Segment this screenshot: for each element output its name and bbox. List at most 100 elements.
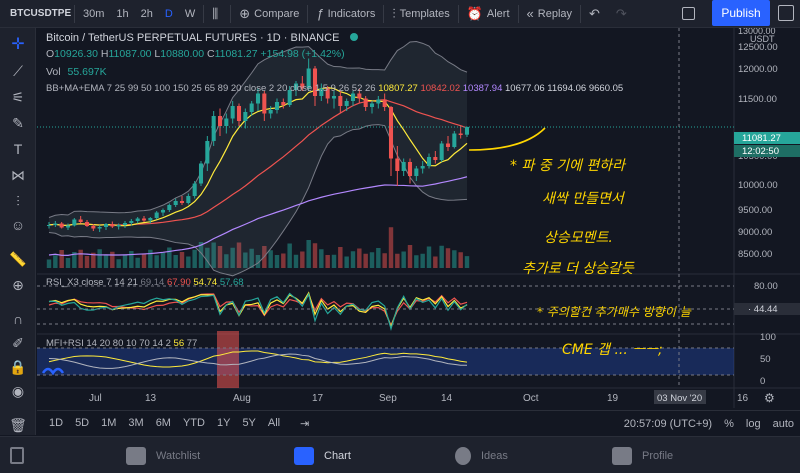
volume-bar bbox=[173, 255, 178, 268]
nav-watchlist[interactable]: Watchlist bbox=[126, 437, 200, 473]
time-tick: Aug bbox=[233, 393, 251, 404]
alert-button[interactable]: ⏰ Alert bbox=[461, 0, 516, 28]
log-toggle[interactable]: log bbox=[740, 418, 767, 430]
rsi-crosshair-label: · 44.44 bbox=[748, 304, 778, 315]
bb-legend: BB+MA+EMA 7 25 99 50 100 150 25 65 89 20… bbox=[46, 83, 623, 94]
candle-body bbox=[458, 133, 463, 135]
volume-bar bbox=[388, 227, 394, 268]
clock[interactable]: 20:57:09 (UTC+9) bbox=[618, 418, 718, 430]
candle-body bbox=[401, 162, 406, 171]
ohlc-open: 10926.30 bbox=[54, 48, 98, 60]
rsi-value-2: 67.90 bbox=[166, 277, 191, 288]
candle-body bbox=[274, 102, 280, 110]
ruler-icon[interactable]: 📏 bbox=[9, 250, 27, 268]
candle-body bbox=[179, 201, 185, 203]
time-tick: 13 bbox=[145, 393, 157, 404]
ohlc-high: 11087.00 bbox=[108, 48, 152, 60]
compare-button[interactable]: ⊕ Compare bbox=[233, 0, 305, 28]
candle-body bbox=[91, 226, 96, 229]
candle-body bbox=[154, 212, 159, 218]
watchlist-icon bbox=[126, 446, 146, 465]
candle-body bbox=[255, 93, 261, 104]
range-5d[interactable]: 5D bbox=[69, 417, 95, 429]
indicators-button[interactable]: ƒ Indicators bbox=[310, 0, 381, 28]
rsi-label: RSI_X3 close 7 14 21 bbox=[46, 277, 138, 288]
redo-button[interactable]: ↷ bbox=[610, 0, 637, 28]
interval-30m[interactable]: 30m bbox=[77, 0, 110, 28]
zoom-in-icon[interactable]: ⊕ bbox=[9, 276, 27, 294]
range-ytd[interactable]: YTD bbox=[177, 417, 211, 429]
prediction-icon[interactable]: ⫶ bbox=[9, 192, 27, 210]
range-1y[interactable]: 1Y bbox=[211, 417, 236, 429]
time-tick: 19 bbox=[607, 393, 619, 404]
candle-body bbox=[350, 93, 356, 101]
bb-value-2: 10842.02 bbox=[420, 83, 461, 94]
range-5y[interactable]: 5Y bbox=[236, 417, 261, 429]
price-tick: 9500.00 bbox=[738, 205, 772, 216]
candle-body bbox=[59, 223, 64, 228]
trend-line-icon[interactable]: ⟋ bbox=[9, 62, 27, 80]
trash-icon[interactable] bbox=[10, 447, 24, 464]
magnet-icon[interactable]: ∩ bbox=[9, 310, 27, 328]
interval-2h[interactable]: 2h bbox=[135, 0, 159, 28]
chart-style-button[interactable]: ⫼ bbox=[206, 0, 228, 28]
fullscreen-icon[interactable] bbox=[682, 7, 695, 20]
toolbar-divider bbox=[230, 4, 232, 23]
brush-icon[interactable]: ✎ bbox=[9, 114, 27, 132]
goto-date-icon[interactable]: ⇥ bbox=[294, 417, 315, 430]
percent-toggle[interactable]: % bbox=[718, 418, 740, 430]
chart-pane[interactable]: * 파 중 기에 편하라 새싹 만들면서 상승모멘트. 추가로 더 상승갈듯 * 주의할… bbox=[37, 28, 800, 408]
bb-fill bbox=[49, 41, 467, 276]
auto-toggle[interactable]: auto bbox=[767, 418, 800, 430]
range-1m[interactable]: 1M bbox=[95, 417, 122, 429]
volume-bar bbox=[148, 249, 153, 268]
templates-button[interactable]: ⫶ Templates bbox=[386, 0, 455, 28]
toolbar-divider bbox=[203, 4, 205, 23]
volume-bar bbox=[395, 253, 400, 268]
range-1d[interactable]: 1D bbox=[37, 417, 69, 429]
lock-drawings-icon[interactable]: ✐ bbox=[9, 334, 27, 352]
volume-bar bbox=[312, 243, 318, 268]
publish-button[interactable]: Publish bbox=[712, 0, 770, 26]
volume-bar bbox=[382, 253, 387, 268]
undo-button[interactable]: ↶ bbox=[583, 0, 610, 28]
range-6m[interactable]: 6M bbox=[150, 417, 177, 429]
range-all[interactable]: All bbox=[262, 417, 286, 429]
nav-profile[interactable]: Profile bbox=[612, 437, 673, 473]
symbol-search[interactable]: BTCUSDTPE bbox=[0, 0, 72, 28]
volume-bar bbox=[65, 258, 71, 268]
range-3m[interactable]: 3M bbox=[122, 417, 149, 429]
fib-retracement-icon[interactable]: ⚟ bbox=[9, 88, 27, 106]
mfi-tick: 0 bbox=[760, 376, 765, 387]
trash-icon[interactable]: 🗑 bbox=[9, 416, 27, 434]
candle-body bbox=[407, 162, 413, 176]
alert-label: Alert bbox=[486, 7, 510, 20]
candle-body bbox=[211, 116, 216, 141]
volume-bar bbox=[458, 252, 463, 268]
volume-bar bbox=[293, 254, 299, 268]
emoji-icon[interactable]: ☺ bbox=[9, 216, 27, 234]
eye-icon[interactable]: ◉ bbox=[9, 382, 27, 400]
templates-label: Templates bbox=[399, 7, 450, 20]
lock-icon[interactable]: 🔒 bbox=[9, 358, 27, 376]
nav-chart[interactable]: Chart bbox=[294, 437, 351, 473]
interval-w[interactable]: W bbox=[179, 0, 201, 28]
text-icon[interactable]: T bbox=[9, 140, 27, 158]
top-toolbar: BTCUSDTPE 30m 1h 2h D W ⫼ ⊕ Compare ƒ Indi… bbox=[0, 0, 800, 28]
toolbar-divider bbox=[74, 4, 75, 23]
interval-d[interactable]: D bbox=[159, 0, 179, 28]
volume-bar bbox=[452, 250, 457, 268]
candle-body bbox=[72, 219, 77, 226]
candle-body bbox=[217, 116, 223, 126]
candle-body bbox=[281, 102, 286, 105]
chart-icon bbox=[294, 446, 314, 465]
pattern-icon[interactable]: ⋈ bbox=[9, 166, 27, 184]
layout-icon[interactable] bbox=[778, 5, 794, 21]
rsi-value-1: 69.14 bbox=[140, 277, 165, 288]
replay-button[interactable]: «Replay bbox=[521, 0, 578, 28]
candle-body bbox=[433, 157, 438, 160]
nav-ideas[interactable]: Ideas bbox=[455, 437, 508, 473]
candle-body bbox=[65, 225, 71, 228]
interval-1h[interactable]: 1h bbox=[110, 0, 134, 28]
crosshair-icon[interactable]: ✛ bbox=[9, 36, 27, 54]
